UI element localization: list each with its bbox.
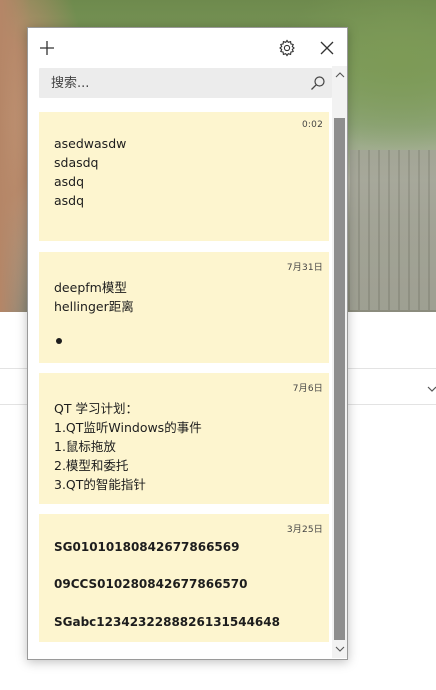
plus-icon <box>40 41 54 55</box>
add-note-button[interactable] <box>36 37 58 59</box>
close-button[interactable] <box>316 37 338 59</box>
note-card[interactable]: 0:02 asedwasdw sdasdq asdq asdq <box>39 112 329 241</box>
note-text-line: 3.QT的智能指针 <box>54 477 146 492</box>
note-date: 0:02 <box>301 120 323 130</box>
note-date: 7月6日 <box>292 384 323 394</box>
search-box <box>39 68 332 98</box>
note-card[interactable]: 7月6日 QT 学习计划： 1.QT监听Windows的事件 1.鼠标拖放 2.… <box>39 373 329 504</box>
note-text-line: 2.模型和委托 <box>54 458 129 473</box>
bullet-point <box>56 338 62 344</box>
note-text-line: asedwasdw <box>54 136 127 151</box>
sticky-notes-window: 0:02 asedwasdw sdasdq asdq asdq 7月31日 de… <box>27 27 348 660</box>
search-input[interactable] <box>39 68 311 98</box>
note-text-line: deepfm模型 <box>54 280 127 295</box>
note-text-line: 1.QT监听Windows的事件 <box>54 420 202 435</box>
note-text-line: 1.鼠标拖放 <box>54 439 116 454</box>
note-card[interactable]: 3月25日 SG01010180842677866569 09CCS010280… <box>39 514 329 642</box>
gear-icon <box>279 39 295 57</box>
note-text-line: hellinger距离 <box>54 299 134 314</box>
background-chevron-down-icon <box>427 382 436 396</box>
note-text-line: sdasdq <box>54 155 99 170</box>
note-date: 7月31日 <box>286 263 323 273</box>
settings-button[interactable] <box>276 37 298 59</box>
note-text-line: SGabc12342322888261315446​48 <box>54 615 280 629</box>
title-bar <box>28 28 347 66</box>
note-text-line: 09CCS010280842677866570 <box>54 577 248 591</box>
note-text-line: QT 学习计划： <box>54 401 138 416</box>
scroll-up-button[interactable] <box>332 68 347 82</box>
note-text-line: SG01010180842677866569 <box>54 540 240 554</box>
chevron-up-icon <box>335 72 344 78</box>
close-icon <box>320 41 334 55</box>
note-text-line: asdq <box>54 174 85 189</box>
note-text-line: asdq <box>54 193 85 208</box>
scrollbar-thumb[interactable] <box>334 118 345 640</box>
scroll-down-button[interactable] <box>332 642 347 656</box>
note-card[interactable]: 7月31日 deepfm模型 hellinger距离 <box>39 252 329 363</box>
search-icon[interactable] <box>310 75 326 91</box>
chevron-down-icon <box>335 646 344 652</box>
note-date: 3月25日 <box>286 525 323 535</box>
